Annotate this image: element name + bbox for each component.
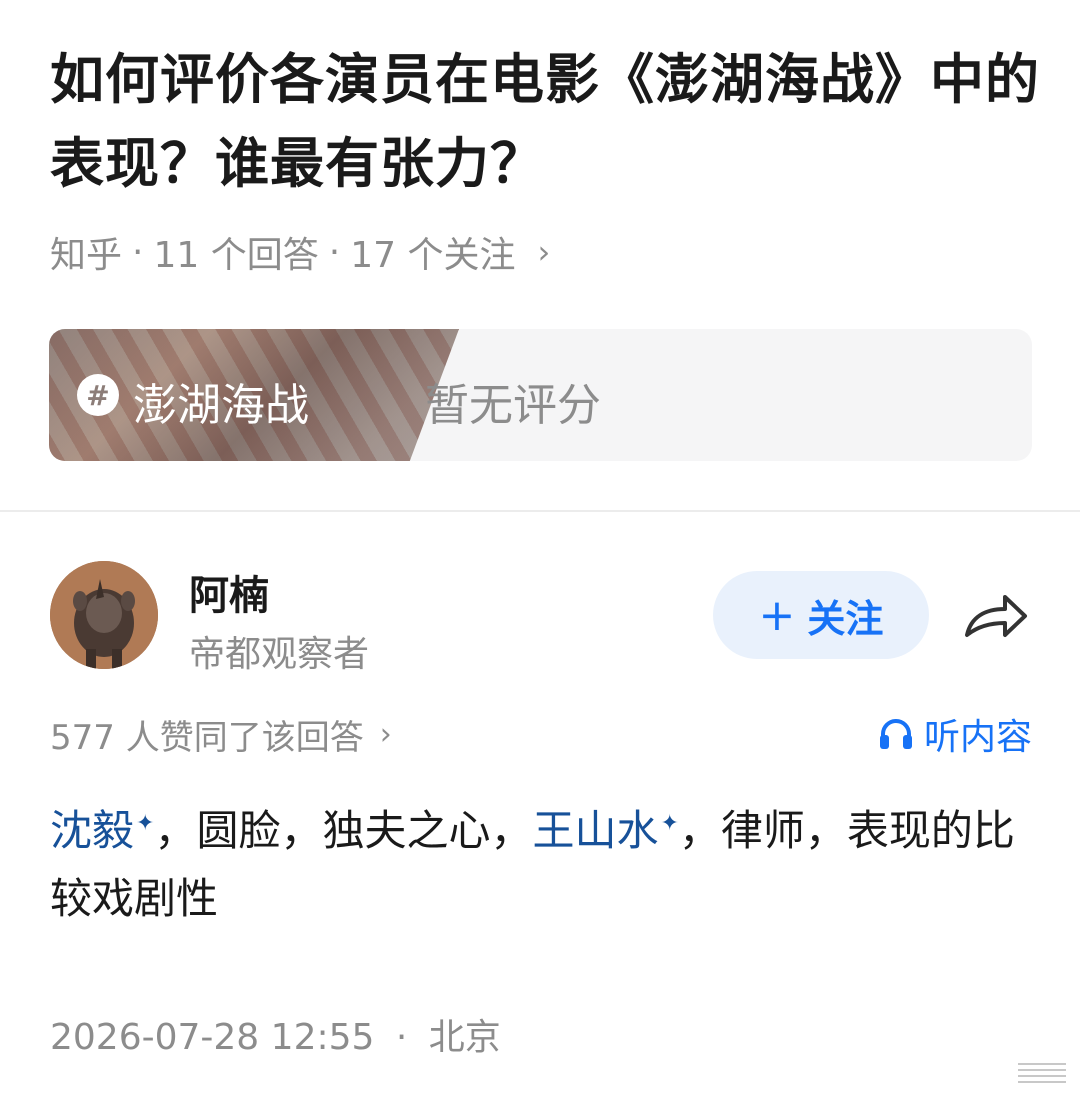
avatar[interactable] (50, 561, 158, 669)
sparkle-icon: ✦ (660, 811, 679, 836)
rhino-avatar-icon (50, 561, 158, 669)
meta-separator: · (328, 231, 341, 273)
likes-text: 577 人赞同了该回答 (50, 718, 364, 758)
likes-summary[interactable]: 577 人赞同了该回答 › (50, 710, 392, 759)
headphones-icon (879, 719, 912, 749)
watermark-icon (1018, 1063, 1066, 1083)
follower-count: 17 个关注 (350, 235, 516, 276)
answer-location: 北京 (428, 1017, 501, 1058)
listen-button[interactable]: 听内容 (878, 708, 1032, 760)
hash-icon: # (77, 374, 119, 416)
sparkle-icon: ✦ (136, 811, 155, 836)
entity-link-shenyi[interactable]: 沈毅 (50, 806, 134, 855)
answer-count: 11 个回答 (153, 235, 319, 276)
follow-label: 关注 (807, 596, 884, 641)
plus-icon: + (758, 589, 796, 641)
section-divider (0, 510, 1080, 512)
share-icon[interactable] (961, 589, 1031, 643)
author-bio: 帝都观察者 (189, 634, 370, 675)
follow-button[interactable]: + 关注 (713, 571, 929, 659)
author-name[interactable]: 阿楠 (189, 563, 269, 621)
question-meta[interactable]: 知乎 · 11 个回答 · 17 个关注 › (50, 226, 550, 278)
meta-separator: · (395, 1017, 408, 1058)
source-label: 知乎 (50, 235, 123, 276)
entity-link-wangshanshui[interactable]: 王山水 (532, 806, 658, 855)
answer-content[interactable]: 沈毅✦，圆脸，独夫之心，王山水✦，律师，表现的比较戏剧性 (50, 790, 1040, 933)
chevron-right-icon: › (537, 233, 551, 271)
meta-separator: · (132, 231, 144, 273)
question-title[interactable]: 如何评价各演员在电影《澎湖海战》中的表现？谁最有张力？ (50, 38, 1040, 206)
answer-time: 2026-07-28 12:55 (50, 1017, 375, 1058)
listen-label: 听内容 (923, 717, 1032, 758)
topic-card[interactable]: # 澎湖海战 暂无评分 (49, 329, 1032, 461)
answer-text: ，圆脸，独夫之心， (154, 806, 533, 855)
topic-name: 澎湖海战 (133, 380, 309, 431)
topic-rating: 暂无评分 (425, 380, 601, 431)
chevron-right-icon: › (379, 717, 392, 752)
answer-timestamp: 2026-07-28 12:55 · 北京 (50, 1008, 501, 1060)
